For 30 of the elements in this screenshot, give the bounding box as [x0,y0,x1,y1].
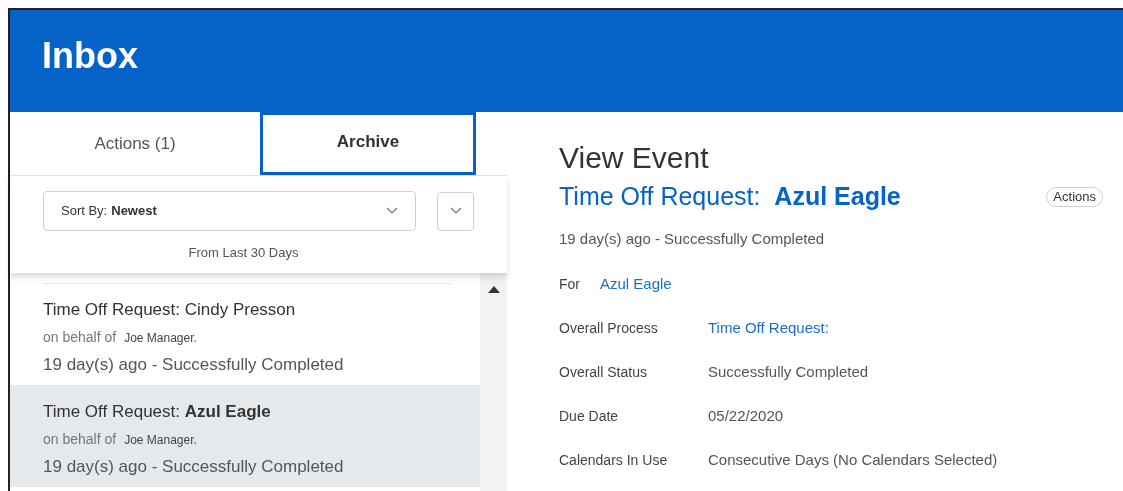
behalf-label: on behalf of [43,328,117,347]
field-label: Due Date [559,407,620,426]
item-title: Time Off Request: Cindy Presson [43,298,297,321]
field-label: Overall Process [559,319,659,338]
tab[interactable]: Actions (1) [10,112,260,175]
field-label: Overall Status [559,363,648,382]
field-value: Successfully Completed [708,362,869,383]
inbox-item[interactable]: Time Off Request: Azul Eagle on behalf of Joe Manager. 19 day(s) ago - Successfully Completed [10,384,480,487]
chevron-down-icon [386,207,398,215]
tab[interactable]: Archive [260,112,476,175]
event-heading: View Event [559,140,710,176]
item-status: 19 day(s) ago - Successfully Completed [43,354,345,376]
field-value: 05/22/2020 [708,406,784,427]
manager-name: Joe Manager. [124,432,197,449]
field-label: For [559,275,581,294]
field-link[interactable]: Time Off Request: [708,317,829,340]
scroll-up-icon[interactable] [487,285,500,293]
sort-dropdown[interactable]: Sort By: Newest [43,191,416,231]
field-label: Calendars In Use [559,451,669,470]
page-title: Inbox [42,34,138,78]
behalf-label: on behalf of [43,430,117,449]
manager-name: Joe Manager. [124,330,197,347]
filter-note: From Last 30 Days [188,244,299,262]
item-status: 19 day(s) ago - Successfully Completed [43,456,345,478]
status-text: 19 day(s) ago - Successfully Completed [559,228,826,249]
event-title-link[interactable]: Time Off Request: Azul Eagle [559,178,901,216]
field-value: Consecutive Days (No Calendars Selected) [708,450,998,471]
item-title: Time Off Request: Azul Eagle [43,400,272,423]
chevron-down-icon [449,207,462,215]
field-link[interactable]: Azul Eagle [600,273,672,296]
